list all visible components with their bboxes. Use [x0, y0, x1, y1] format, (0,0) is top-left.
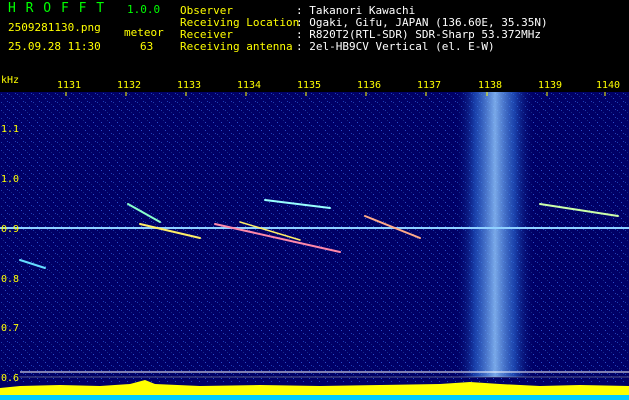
x-tick: 1133 — [177, 80, 202, 91]
x-tick: 1137 — [417, 80, 442, 91]
x-tick: 1131 — [57, 80, 82, 91]
meteor-count: 63 — [140, 40, 154, 53]
file-name: 2509281130.png — [8, 21, 101, 34]
x-tick: 1138 — [478, 80, 503, 91]
y-tick: 0.7 — [1, 323, 20, 334]
y-tick: 1.0 — [1, 174, 20, 185]
y-tick: 0.8 — [1, 274, 20, 285]
x-tick: 1139 — [538, 80, 563, 91]
y-tick: 0.6 — [1, 373, 20, 384]
y-tick: 1.1 — [1, 124, 20, 135]
x-tick: 1136 — [357, 80, 382, 91]
interference-band — [455, 92, 535, 377]
antenna-label: Receiving antenna — [180, 40, 293, 53]
y-tick: 0.9 — [1, 224, 20, 235]
antenna-value: : 2el-HB9CV Vertical (el. E-W) — [296, 40, 495, 53]
x-tick: 1132 — [117, 80, 142, 91]
y-axis-unit: kHz — [1, 75, 20, 86]
meteor-label: meteor — [124, 26, 164, 39]
spectrogram — [0, 92, 629, 400]
datetime: 25.09.28 11:30 — [8, 40, 101, 53]
app-version: 1.0.0 — [127, 3, 161, 16]
x-tick: 1135 — [297, 80, 322, 91]
x-tick: 1140 — [596, 80, 621, 91]
signal-base-strip — [0, 395, 629, 400]
x-tick: 1134 — [237, 80, 262, 91]
header-panel: H R O F F T 1.0.0 2509281130.png meteor … — [0, 0, 629, 78]
app-name: H R O F F T — [8, 1, 106, 16]
